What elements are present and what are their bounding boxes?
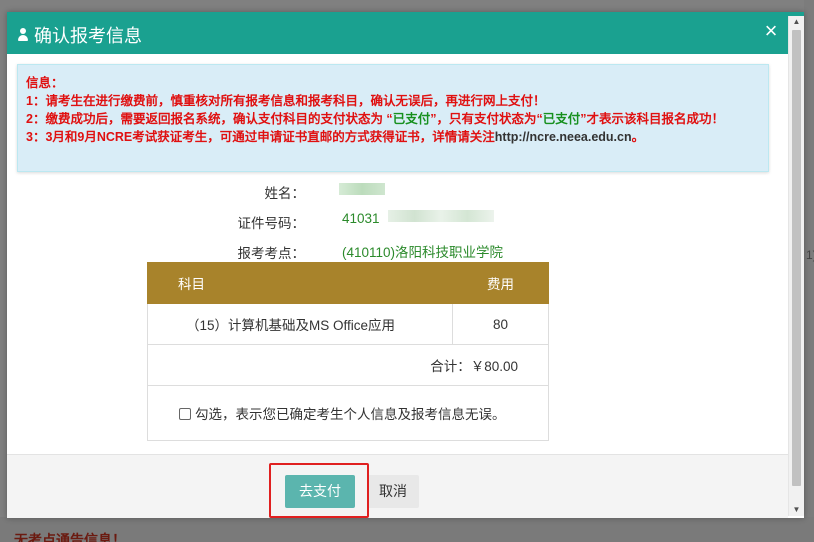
background-notice-text: 无考点通告信息！ — [14, 532, 126, 542]
background-right-strip — [804, 0, 814, 542]
agree-cell: 勾选，表示您已确定考生个人信息及报考信息无误。 — [147, 385, 549, 441]
total-row: 合计：￥80.00 — [147, 344, 549, 386]
modal-scrollbar[interactable]: ▲ ▼ — [788, 16, 804, 516]
col-fee-header: 费用 — [452, 262, 549, 304]
info-line-2: 2：缴费成功后，需要返回报名系统，确认支付科目的支付状态为 “已支付”，只有支付… — [26, 112, 724, 126]
site-label: 报考考点： — [237, 246, 306, 261]
background-right-text: 1) — [806, 248, 814, 262]
info-line-3: 3：3月和9月NCRE考试获证考生，可通过申请证书直邮的方式获得证书，详情请关注… — [26, 130, 645, 144]
subject-table: 科目 费用 （15）计算机基础及MS Office应用 80 合计：￥80.00… — [147, 262, 549, 441]
modal-title: 确认报考信息 — [17, 22, 142, 48]
user-icon — [17, 28, 29, 42]
ncre-url: http://ncre.neea.edu.cn — [494, 130, 632, 144]
name-value-redacted — [339, 183, 385, 195]
close-icon[interactable]: × — [761, 20, 781, 43]
status-paid-text: 已支付 — [392, 112, 431, 126]
status-paid-text: 已支付 — [542, 112, 581, 126]
agree-text: 勾选，表示您已确定考生个人信息及报考信息无误。 — [195, 407, 506, 422]
scroll-up-icon[interactable]: ▲ — [789, 16, 804, 28]
modal-header: 确认报考信息 × — [7, 12, 804, 54]
fee-cell: 80 — [452, 303, 549, 345]
col-subject-header: 科目 — [147, 262, 453, 304]
site-value: (410110)洛阳科技职业学院 — [342, 245, 504, 260]
scroll-down-icon[interactable]: ▼ — [789, 504, 804, 516]
info-heading: 信息： — [26, 76, 64, 90]
agree-checkbox[interactable] — [179, 408, 191, 420]
id-value-redacted — [388, 210, 494, 222]
pay-button-highlight — [269, 463, 369, 518]
id-value: 41031 — [342, 211, 380, 226]
name-label: 姓名： — [264, 186, 306, 201]
cancel-button[interactable]: 取消 — [367, 475, 419, 508]
id-label: 证件号码： — [237, 216, 306, 231]
table-row: （15）计算机基础及MS Office应用 80 — [147, 303, 549, 345]
total-cell: 合计：￥80.00 — [147, 344, 549, 386]
modal-title-text: 确认报考信息 — [34, 26, 142, 46]
table-header-row: 科目 费用 — [147, 262, 549, 304]
info-alert: 信息： 1：请考生在进行缴费前，慎重核对所有报考信息和报考科目，确认无误后，再进… — [17, 64, 769, 172]
subject-cell: （15）计算机基础及MS Office应用 — [147, 303, 453, 345]
scrollbar-thumb[interactable] — [792, 30, 801, 486]
info-line-1: 1：请考生在进行缴费前，慎重核对所有报考信息和报考科目，确认无误后，再进行网上支… — [26, 94, 546, 108]
agree-row: 勾选，表示您已确定考生个人信息及报考信息无误。 — [147, 385, 549, 441]
confirm-modal: 确认报考信息 × 信息： 1：请考生在进行缴费前，慎重核对所有报考信息和报考科目… — [7, 12, 804, 518]
